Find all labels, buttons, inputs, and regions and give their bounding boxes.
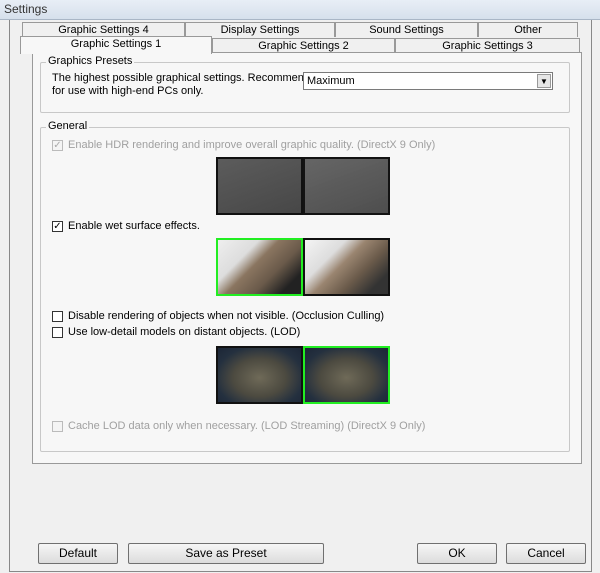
preset-description-2: for use with high-end PCs only. [52, 85, 204, 97]
preset-description: The highest possible graphical settings.… [52, 72, 323, 84]
lod-preview-on [216, 346, 303, 404]
group-label: Graphics Presets [46, 55, 135, 67]
hdr-checkbox[interactable]: ✓ [52, 140, 63, 151]
tab-graphic-settings-4[interactable]: Graphic Settings 4 [22, 22, 185, 37]
preset-select[interactable]: Maximum ▼ [303, 72, 553, 90]
hdr-preview-on [303, 157, 390, 215]
occlusion-culling-label: Disable rendering of objects when not vi… [68, 310, 385, 322]
wet-surface-label: Enable wet surface effects. [68, 220, 200, 232]
tab-graphic-settings-2[interactable]: Graphic Settings 2 [212, 38, 395, 53]
lod-streaming-label: Cache LOD data only when necessary. (LOD… [68, 420, 426, 432]
tab-graphic-settings-1[interactable]: Graphic Settings 1 [20, 36, 212, 54]
cancel-button[interactable]: Cancel [506, 543, 586, 564]
window-title: Settings [0, 0, 600, 20]
hdr-preview-off [216, 157, 303, 215]
lod-checkbox[interactable] [52, 327, 63, 338]
ok-button[interactable]: OK [417, 543, 497, 564]
tab-other[interactable]: Other [478, 22, 578, 37]
wet-preview-off [303, 238, 390, 296]
chevron-down-icon[interactable]: ▼ [537, 74, 551, 88]
tab-graphic-settings-3[interactable]: Graphic Settings 3 [395, 38, 580, 53]
lod-label: Use low-detail models on distant objects… [68, 326, 301, 338]
tab-display-settings[interactable]: Display Settings [185, 22, 335, 37]
hdr-label: Enable HDR rendering and improve overall… [68, 139, 436, 151]
preset-value: Maximum [307, 75, 355, 87]
occlusion-culling-checkbox[interactable] [52, 311, 63, 322]
save-as-preset-button[interactable]: Save as Preset [128, 543, 324, 564]
lod-preview-off [303, 346, 390, 404]
wet-preview-on [216, 238, 303, 296]
wet-surface-checkbox[interactable]: ✓ [52, 221, 63, 232]
tab-sound-settings[interactable]: Sound Settings [335, 22, 478, 37]
group-label: General [46, 120, 90, 132]
default-button[interactable]: Default [38, 543, 118, 564]
lod-streaming-checkbox[interactable] [52, 421, 63, 432]
